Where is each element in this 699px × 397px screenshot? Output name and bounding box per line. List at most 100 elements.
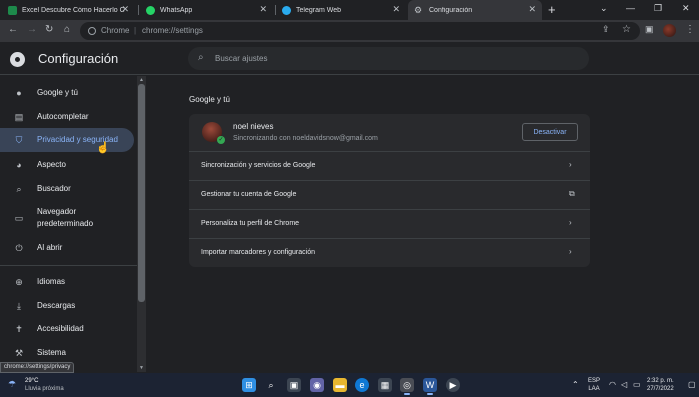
close-icon[interactable]: ✕ <box>392 4 400 15</box>
row-import-bookmarks[interactable]: Importar marcadores y configuración › <box>189 238 590 267</box>
profile-name: noel nieves <box>233 122 274 131</box>
menu-icon[interactable]: ⋮ <box>685 24 695 35</box>
status-bubble: chrome://settings/privacy <box>0 362 75 373</box>
share-icon[interactable]: ⇪ <box>602 24 610 35</box>
excel-icon <box>8 5 17 15</box>
bookmark-star-icon[interactable]: ☆ <box>622 24 631 35</box>
clock[interactable]: 2:32 p. m. 27/7/2022 <box>647 377 674 393</box>
date: 27/7/2022 <box>647 386 674 392</box>
back-button[interactable]: ← <box>8 24 18 35</box>
scroll-down-arrow-icon[interactable]: ▼ <box>139 365 144 371</box>
settings-header: Configuración ⌕ Buscar ajustes <box>0 42 699 75</box>
browser-icon: ▭ <box>14 212 24 223</box>
tab-title: Excel Descubre Cómo Hacerlo C <box>22 6 125 14</box>
weather-icon[interactable]: ☂ <box>8 379 16 390</box>
shield-icon: ⛉ <box>15 134 23 145</box>
sidebar-item-navegador[interactable]: ▭ Navegador predeterminado <box>0 204 140 232</box>
tab-telegram[interactable]: Telegram Web ✕ <box>276 0 406 20</box>
sidebar-item-label: Al abrir <box>37 243 63 252</box>
sidebar-item-idiomas[interactable]: ⊕ Idiomas <box>0 275 140 289</box>
battery-icon[interactable]: ▭ <box>633 380 641 389</box>
search-icon[interactable]: ⌕ <box>264 378 278 392</box>
task-view-icon[interactable]: ▣ <box>287 378 301 392</box>
sidebar-item-label: Accesibilidad <box>37 324 84 333</box>
sidebar-item-accesibilidad[interactable]: ✝ Accesibilidad <box>0 322 140 336</box>
sidebar-item-autocompletar[interactable]: ▤ Autocompletar <box>0 110 140 124</box>
accessibility-icon: ✝ <box>15 323 23 334</box>
sidebar-item-label: Google y tú <box>37 88 78 97</box>
edge-icon[interactable]: e <box>355 378 369 392</box>
close-icon[interactable]: ✕ <box>528 4 536 15</box>
row-customize-profile[interactable]: Personaliza tu perfil de Chrome › <box>189 209 590 238</box>
file-explorer-icon[interactable]: ▬ <box>333 378 347 392</box>
media-player-icon[interactable]: ▶ <box>446 378 460 392</box>
sidebar-item-label: Navegador predeterminado <box>37 207 94 228</box>
tab-whatsapp[interactable]: WhatsApp ✕ <box>140 0 273 20</box>
scrollbar-thumb[interactable] <box>138 84 145 302</box>
close-icon[interactable]: ✕ <box>121 4 129 15</box>
hand-cursor-icon: ☝ <box>96 142 110 154</box>
close-window-button[interactable]: ✕ <box>682 3 690 14</box>
page-title: Configuración <box>38 51 119 66</box>
side-panel-icon[interactable]: ▣ <box>645 24 654 35</box>
person-icon: ● <box>16 88 22 98</box>
wifi-icon[interactable]: ◠ <box>609 380 616 389</box>
chevron-up-icon[interactable]: ⌃ <box>572 380 579 389</box>
sidebar-item-label: Autocompletar <box>37 112 89 121</box>
profile-avatar[interactable] <box>663 24 676 37</box>
scroll-up-arrow-icon[interactable]: ▲ <box>139 77 144 83</box>
lang-top: ESP <box>588 378 601 384</box>
windows-taskbar: ☂ 29°C Lluvia próxima ⊞ ⌕ ▣ ◉ ▬ e ▦ ◎ W … <box>0 373 699 397</box>
chrome-icon[interactable]: ◎ <box>400 378 414 395</box>
tab-separator <box>138 5 139 15</box>
address-bar[interactable]: Chrome | chrome://settings <box>80 22 640 40</box>
site-info[interactable]: Chrome <box>88 26 129 35</box>
new-tab-button[interactable]: + <box>548 2 556 17</box>
restore-button[interactable]: ❐ <box>654 3 662 14</box>
search-input[interactable]: ⌕ Buscar ajustes <box>188 47 589 70</box>
tab-configuracion[interactable]: ⚙ Configuración ✕ <box>408 0 542 20</box>
sync-status: Sincronizando con noeldavidsnow@gmail.co… <box>233 135 378 142</box>
weather-temp: 29°C <box>25 378 39 384</box>
start-icon[interactable]: ⊞ <box>242 378 256 392</box>
minimize-button[interactable]: — <box>626 3 635 13</box>
store-icon[interactable]: ▦ <box>378 378 392 392</box>
reload-button[interactable]: ↻ <box>45 24 53 35</box>
divider <box>0 265 140 266</box>
search-icon: ⌕ <box>16 183 22 194</box>
sidebar-item-buscador[interactable]: ⌕ Buscador <box>0 182 140 196</box>
forward-button[interactable]: → <box>27 24 37 35</box>
row-label: Personaliza tu perfil de Chrome <box>201 220 300 227</box>
sidebar-item-aspecto[interactable]: ◕ Aspecto <box>0 158 140 172</box>
row-manage-account[interactable]: Gestionar tu cuenta de Google ⧉ <box>189 180 590 209</box>
search-icon: ⌕ <box>198 52 204 63</box>
turn-off-sync-button[interactable]: Desactivar <box>522 123 578 141</box>
weather-desc: Lluvia próxima <box>25 386 64 392</box>
volume-icon[interactable]: ◁ <box>621 380 627 389</box>
chevron-right-icon: › <box>569 160 572 169</box>
sidebar-item-google[interactable]: ● Google y tú <box>0 86 140 100</box>
chevron-down-icon[interactable]: ⌄ <box>600 3 608 14</box>
google-card: ✓ noel nieves Sincronizando con noeldavi… <box>189 114 590 267</box>
tab-excel[interactable]: Excel Descubre Cómo Hacerlo C ✕ <box>2 0 135 20</box>
clipboard-icon: ▤ <box>14 111 24 122</box>
home-button[interactable]: ⌂ <box>64 24 70 35</box>
tab-strip: Excel Descubre Cómo Hacerlo C ✕ WhatsApp… <box>0 0 699 20</box>
sidebar-item-privacidad[interactable]: ⛉ Privacidad y seguridad <box>0 128 134 152</box>
palette-icon: ◕ <box>16 160 22 170</box>
notification-icon[interactable]: ▢ <box>688 380 696 389</box>
chrome-icon <box>88 26 96 35</box>
sidebar-item-al-abrir[interactable]: ⏻ Al abrir <box>0 241 140 255</box>
close-icon[interactable]: ✕ <box>259 4 267 15</box>
row-label: Importar marcadores y configuración <box>201 249 315 256</box>
telegram-icon <box>282 5 291 15</box>
sidebar-item-sistema[interactable]: ⚒ Sistema <box>0 346 140 360</box>
divider: | <box>134 26 137 35</box>
sidebar-item-descargas[interactable]: ⤓ Descargas <box>0 299 140 313</box>
chat-icon[interactable]: ◉ <box>310 378 324 392</box>
word-icon[interactable]: W <box>423 378 437 395</box>
language-indicator[interactable]: ESP LAA <box>588 377 600 393</box>
whatsapp-icon <box>146 5 155 15</box>
row-sync-services[interactable]: Sincronización y servicios de Google › <box>189 151 590 180</box>
lang-bottom: LAA <box>588 386 600 392</box>
